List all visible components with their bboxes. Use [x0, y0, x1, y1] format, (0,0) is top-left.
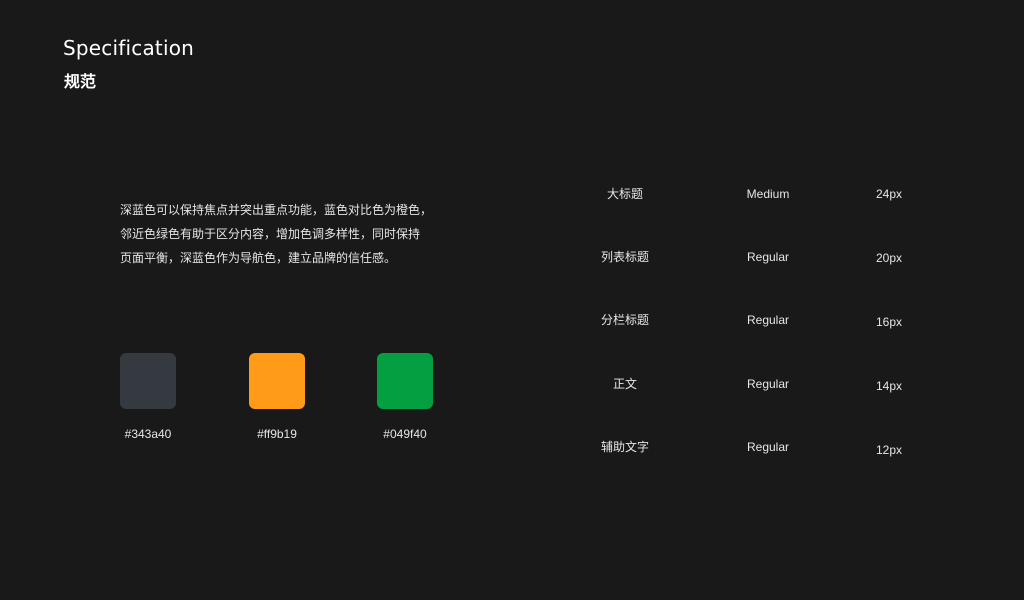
typography-row-auxiliary: 辅助文字 Regular 12px	[560, 437, 960, 457]
typography-name: 正文	[612, 377, 637, 391]
typography-size: 16px	[875, 315, 903, 329]
color-hex-label: #343a40	[124, 427, 172, 441]
typography-weight: Regular	[746, 250, 790, 264]
color-swatch	[377, 353, 433, 409]
typography-row-column-title: 分栏标题 Regular 16px	[560, 310, 960, 330]
description-line: 深蓝色可以保持焦点并突出重点功能，蓝色对比色为橙色，	[120, 203, 433, 217]
typography-row-headline: 大标题 Medium 24px	[560, 184, 960, 204]
page-subtitle: 规范	[64, 72, 97, 91]
color-item-dark-blue: #343a40	[120, 353, 200, 441]
color-swatch	[249, 353, 305, 409]
description-line: 邻近色绿色有助于区分内容，增加色调多样性，同时保持	[120, 227, 421, 241]
color-description: 深蓝色可以保持焦点并突出重点功能，蓝色对比色为橙色， 邻近色绿色有助于区分内容，…	[120, 198, 450, 270]
typography-name: 大标题	[606, 187, 643, 201]
typography-weight: Regular	[746, 440, 790, 454]
typography-weight: Medium	[746, 187, 790, 201]
color-hex-label: #ff9b19	[257, 427, 297, 441]
typography-row-body: 正文 Regular 14px	[560, 374, 960, 394]
typography-weight: Regular	[746, 313, 790, 327]
description-line: 页面平衡，深蓝色作为导航色，建立品牌的信任感。	[120, 251, 397, 265]
typography-size: 20px	[875, 251, 903, 265]
typography-name: 辅助文字	[600, 440, 649, 454]
color-item-orange: #ff9b19	[249, 353, 329, 441]
typography-weight: Regular	[746, 377, 790, 391]
typography-name: 分栏标题	[600, 313, 649, 327]
typography-size: 24px	[875, 187, 903, 201]
typography-size: 14px	[875, 379, 903, 393]
color-item-green: #049f40	[377, 353, 457, 441]
color-hex-label: #049f40	[383, 427, 427, 441]
typography-name: 列表标题	[600, 250, 649, 264]
typography-row-list-title: 列表标题 Regular 20px	[560, 247, 960, 267]
color-swatch	[120, 353, 176, 409]
typography-size: 12px	[875, 443, 903, 457]
page-title: Specification	[63, 36, 195, 60]
